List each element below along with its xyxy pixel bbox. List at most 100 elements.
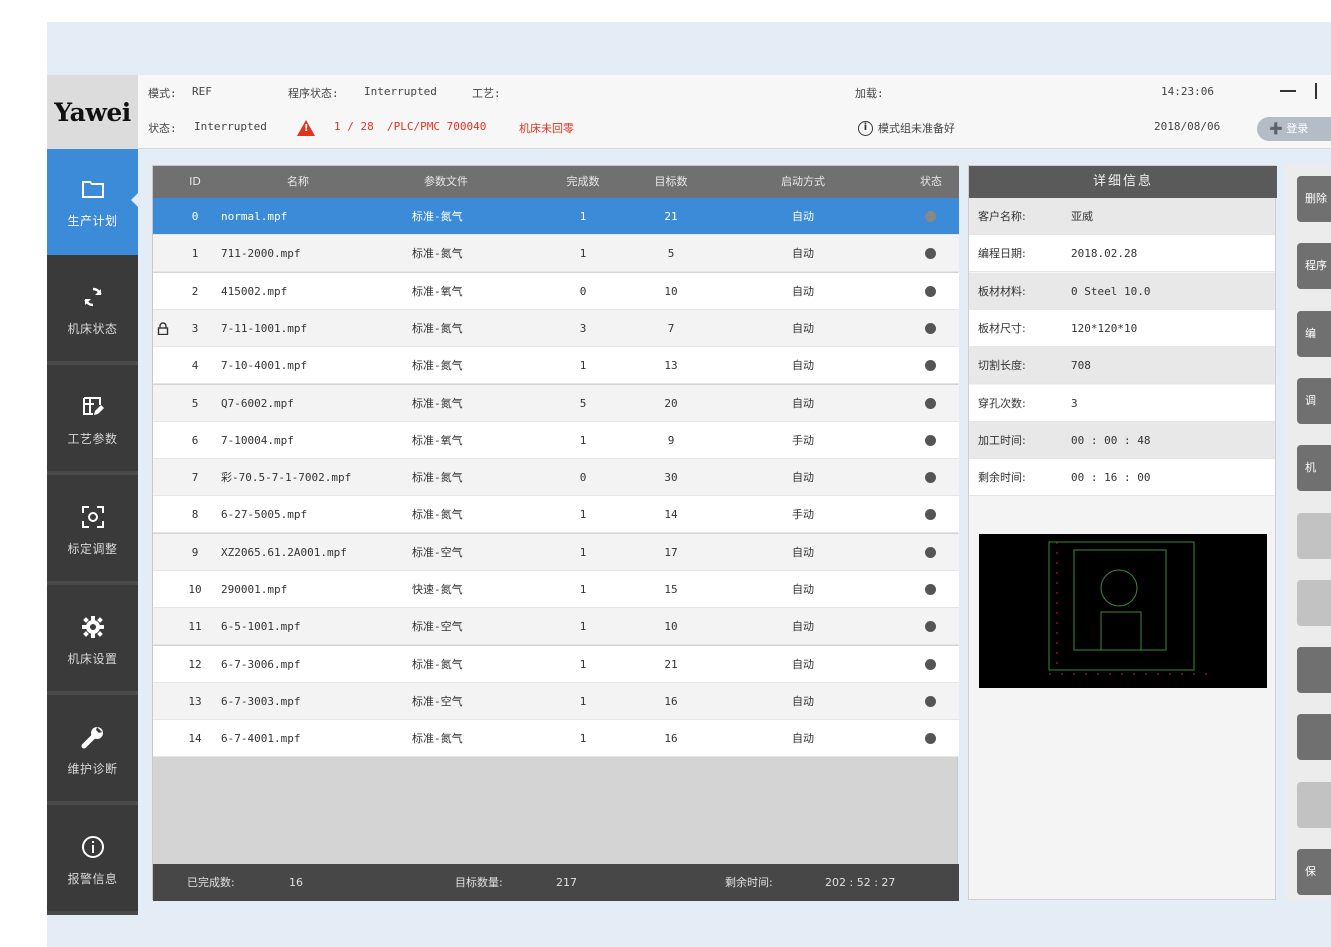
- table-row[interactable]: 3 7-11-1001.mpf 标准-氮气 3 7 自动: [153, 309, 959, 347]
- warning-icon[interactable]: [297, 120, 315, 136]
- cell-id: 6: [191, 433, 199, 447]
- user-add-icon: ➕: [1269, 122, 1283, 135]
- column-header-status[interactable]: 状态: [909, 166, 953, 198]
- column-header-name[interactable]: 名称: [253, 166, 343, 198]
- table-row[interactable]: 6 7-10004.mpf 标准-氧气 1 9 手动: [153, 421, 959, 459]
- edit-table-icon: [80, 394, 106, 420]
- table-row[interactable]: 9 XZ2065.61.2A001.mpf 标准-空气 1 17 自动: [153, 533, 959, 571]
- process-label: 工艺:: [472, 87, 501, 100]
- toolbar-button[interactable]: [1297, 714, 1331, 761]
- nav-item-alarms[interactable]: 报警信息: [47, 809, 138, 915]
- minimize-icon[interactable]: [1280, 90, 1296, 92]
- table-row[interactable]: 14 6-7-4001.mpf 标准-氮气 1 16 自动: [153, 720, 959, 758]
- toolbar-button[interactable]: [1297, 512, 1331, 559]
- table-row[interactable]: 4 7-10-4001.mpf 标准-氮气 1 13 自动: [153, 347, 959, 385]
- table-row[interactable]: 12 6-7-3006.mpf 标准-氮气 1 21 自动: [153, 645, 959, 683]
- cell-name: 6-5-1001.mpf: [221, 620, 301, 634]
- detail-key: 切割长度:: [978, 359, 1026, 373]
- cell-done: 0: [579, 471, 587, 485]
- login-button[interactable]: ➕ 登录: [1257, 117, 1331, 141]
- nav-item-maintenance[interactable]: 维护诊断: [47, 699, 138, 805]
- detail-panel: 详细信息 客户名称: 亚威 编程日期: 2018.02.28 板材材料: 0 Steel …: [968, 165, 1277, 900]
- detail-row: 客户名称: 亚威: [969, 198, 1275, 235]
- refresh-icon: [80, 284, 106, 310]
- detail-key: 客户名称:: [978, 210, 1026, 223]
- done-total-value: 16: [289, 876, 303, 889]
- table-row[interactable]: 8 6-27-5005.mpf 标准-氮气 1 14 手动: [153, 496, 959, 534]
- table-row[interactable]: 10 290001.mpf 快速-氮气 1 15 自动: [153, 571, 959, 608]
- alarm-count[interactable]: 1 / 28: [334, 120, 374, 133]
- table-row[interactable]: 5 Q7-6002.mpf 标准-氮气 5 20 自动: [153, 384, 959, 422]
- toolbar-button[interactable]: 编: [1297, 310, 1331, 357]
- detail-key: 剩余时间:: [978, 471, 1026, 485]
- toolbar-button[interactable]: 调: [1297, 377, 1331, 424]
- status-label: 状态:: [148, 122, 177, 135]
- nav-label: 机床状态: [67, 321, 118, 336]
- cell-target: 17: [664, 545, 678, 559]
- cell-id: 1: [191, 247, 199, 261]
- cell-target: 16: [664, 694, 678, 708]
- nav-item-machine-status[interactable]: 机床状态: [47, 259, 138, 365]
- nav-item-calibration[interactable]: 标定调整: [47, 479, 138, 585]
- toolbar-button[interactable]: 保: [1297, 849, 1331, 895]
- detail-value: 亚威: [1071, 210, 1093, 223]
- cell-done: 1: [579, 620, 587, 634]
- cell-mode: 自动: [792, 732, 814, 746]
- program-status-label: 程序状态:: [288, 87, 339, 100]
- toolbar-button[interactable]: [1297, 647, 1331, 694]
- nav-item-production-plan[interactable]: 生产计划: [47, 149, 138, 255]
- window-divider: [1315, 83, 1317, 99]
- cell-param: 标准-氮气: [412, 210, 463, 223]
- detail-value: 0 Steel 10.0: [1071, 284, 1151, 298]
- column-header-done[interactable]: 完成数: [548, 166, 618, 198]
- table-row[interactable]: 7 彩-70.5-7-1-7002.mpf 标准-氮气 0 30 自动: [153, 459, 959, 497]
- column-header-start-mode[interactable]: 启动方式: [753, 166, 853, 198]
- status-dot-icon: [925, 211, 936, 222]
- status-dot-icon: [925, 248, 936, 260]
- cell-mode: 自动: [792, 210, 814, 223]
- cell-param: 标准-氧气: [412, 284, 463, 298]
- toolbar-button[interactable]: [1297, 781, 1331, 828]
- toolbar-button[interactable]: 机: [1297, 445, 1331, 492]
- mode-value: REF: [192, 85, 212, 98]
- column-header-target[interactable]: 目标数: [636, 166, 706, 198]
- toolbar-button[interactable]: 程序: [1297, 243, 1331, 290]
- nav-label: 维护诊断: [67, 761, 118, 776]
- toolbar-button[interactable]: [1297, 579, 1331, 626]
- target-icon: [80, 504, 106, 530]
- cell-mode: 手动: [792, 508, 814, 522]
- production-plan-table: ID 名称 参数文件 完成数 目标数 启动方式 状态 0 normal.mpf 标准…: [152, 165, 959, 901]
- cell-done: 1: [579, 433, 587, 447]
- cell-param: 标准-空气: [412, 694, 463, 708]
- status-dot-icon: [925, 733, 936, 745]
- alarm-code[interactable]: /PLC/PMC 700040: [387, 120, 486, 133]
- detail-value: 120*120*10: [1071, 321, 1138, 335]
- column-header-param-file[interactable]: 参数文件: [401, 166, 491, 198]
- toolbar-button[interactable]: 删除: [1297, 176, 1331, 222]
- cell-done: 0: [579, 284, 587, 298]
- cell-id: 8: [191, 508, 199, 522]
- cell-param: 快速-氮气: [412, 583, 463, 596]
- nav-label: 工艺参数: [67, 431, 118, 446]
- column-header-id[interactable]: ID: [175, 166, 215, 198]
- part-preview[interactable]: [979, 534, 1267, 688]
- cell-id: 2: [191, 284, 199, 298]
- remaining-time-label: 剩余时间:: [725, 876, 773, 889]
- cell-target: 10: [664, 620, 678, 634]
- cell-mode: 手动: [792, 433, 814, 447]
- cell-done: 1: [579, 210, 587, 223]
- alarm-text[interactable]: 机床未回零: [519, 120, 574, 136]
- table-row[interactable]: 1 711-2000.mpf 标准-氮气 1 5 自动: [153, 235, 959, 273]
- clock-time: 14:23:06: [1161, 85, 1214, 98]
- cell-done: 3: [579, 321, 587, 335]
- nav-item-process-params[interactable]: 工艺参数: [47, 369, 138, 475]
- cell-name: 7-10-4001.mpf: [221, 359, 308, 373]
- header-bar: Yawei 模式: REF 程序状态: Interrupted 工艺: 状态: …: [47, 75, 1331, 149]
- table-row[interactable]: 2 415002.mpf 标准-氧气 0 10 自动: [153, 272, 959, 310]
- table-row[interactable]: 11 6-5-1001.mpf 标准-空气 1 10 自动: [153, 608, 959, 646]
- nav-item-machine-settings[interactable]: 机床设置: [47, 589, 138, 695]
- table-row[interactable]: 0 normal.mpf 标准-氮气 1 21 自动: [153, 198, 959, 235]
- table-row[interactable]: 13 6-7-3003.mpf 标准-空气 1 16 自动: [153, 682, 959, 720]
- cell-done: 1: [579, 694, 587, 708]
- wrench-icon: [80, 724, 106, 750]
